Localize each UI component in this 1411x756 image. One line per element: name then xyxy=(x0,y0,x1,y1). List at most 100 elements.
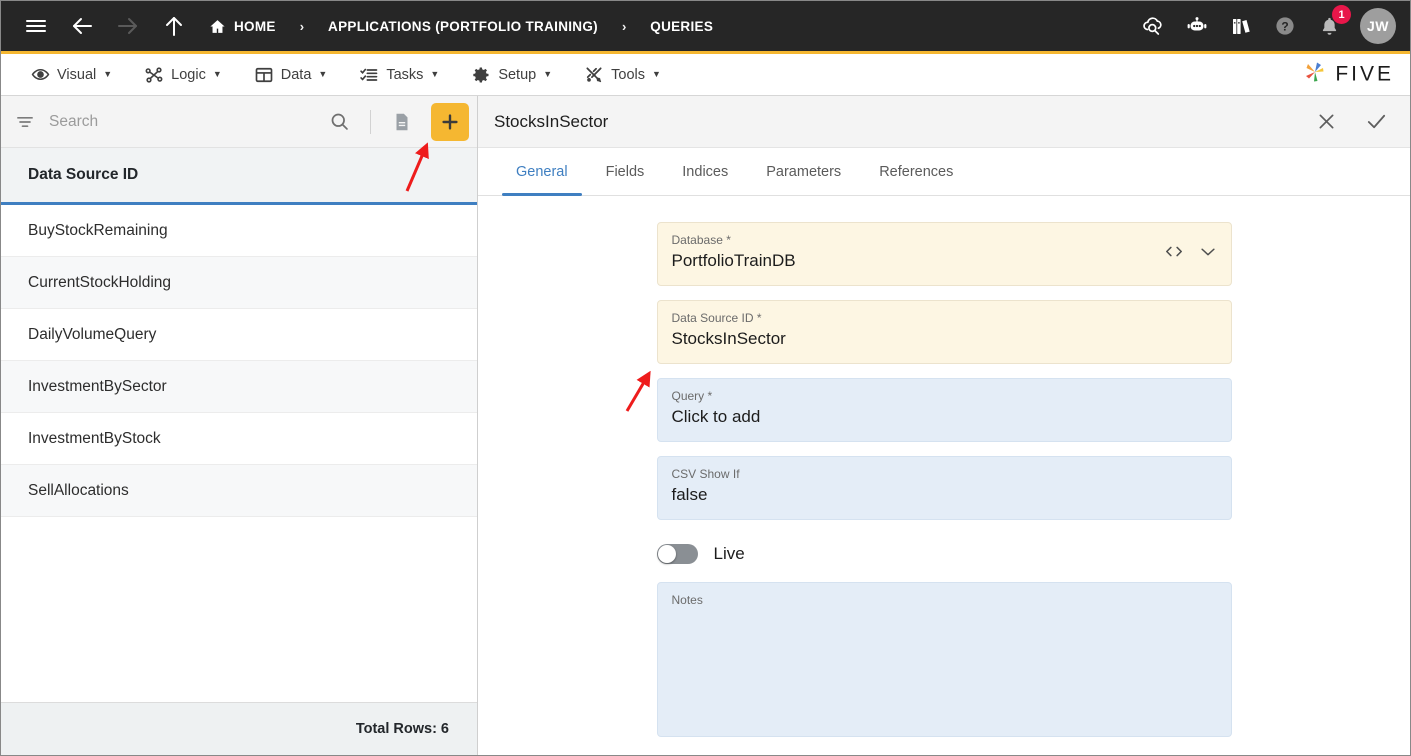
menu-label-setup: Setup xyxy=(498,66,537,83)
menu-item-setup[interactable]: Setup ▼ xyxy=(455,54,568,96)
list-item[interactable]: SellAllocations xyxy=(1,465,477,517)
data-source-list-panel: Data Source ID BuyStockRemaining Current… xyxy=(1,96,478,755)
tab-indices[interactable]: Indices xyxy=(668,148,742,195)
menu-item-logic[interactable]: Logic ▼ xyxy=(128,54,238,96)
chevron-down-icon[interactable] xyxy=(1199,245,1217,264)
main-menu-bar: Visual ▼ Logic ▼ Data ▼ Tasks ▼ Setup ▼ … xyxy=(1,54,1410,96)
notifications-button[interactable]: 1 xyxy=(1312,5,1351,43)
tab-parameters[interactable]: Parameters xyxy=(752,148,855,195)
menu-label-data: Data xyxy=(280,66,312,83)
list-item-label: InvestmentByStock xyxy=(28,429,161,447)
breadcrumb: HOME › APPLICATIONS (PORTFOLIO TRAINING)… xyxy=(207,18,715,35)
detail-panel-header: StocksInSector xyxy=(478,96,1410,148)
breadcrumb-separator-2: › xyxy=(621,18,627,34)
search-icon[interactable] xyxy=(323,111,356,132)
nav-controls xyxy=(19,9,191,43)
list-item-label: BuyStockRemaining xyxy=(28,221,168,239)
help-icon[interactable]: ? xyxy=(1268,9,1302,43)
breadcrumb-item-queries[interactable]: QUERIES xyxy=(648,19,715,34)
list-item[interactable]: CurrentStockHolding xyxy=(1,257,477,309)
search-input[interactable] xyxy=(43,112,315,131)
add-button[interactable] xyxy=(431,102,469,141)
avatar[interactable]: JW xyxy=(1360,8,1396,44)
list-item-label: DailyVolumeQuery xyxy=(28,325,157,343)
check-icon[interactable] xyxy=(1365,110,1388,133)
chevron-down-icon: ▼ xyxy=(212,69,222,79)
breadcrumb-item-applications[interactable]: APPLICATIONS (PORTFOLIO TRAINING) xyxy=(326,19,600,34)
robot-chat-icon[interactable] xyxy=(1180,9,1214,43)
total-rows-label: Total Rows: 6 xyxy=(355,721,449,737)
field-csv-show-if[interactable]: CSV Show If false xyxy=(656,456,1232,520)
code-brackets-icon[interactable] xyxy=(1165,245,1183,264)
tab-label-fields: Fields xyxy=(605,163,645,180)
column-header-label: Data Source ID xyxy=(28,166,139,183)
list-item[interactable]: InvestmentByStock xyxy=(1,413,477,465)
tab-fields[interactable]: Fields xyxy=(592,148,659,195)
checklist-icon xyxy=(359,65,379,85)
field-value-data-source-id: StocksInSector xyxy=(671,329,786,348)
top-bar-actions: ? 1 JW xyxy=(1136,5,1396,44)
arrow-left-icon[interactable] xyxy=(65,9,99,43)
five-pinwheel-logo xyxy=(1301,58,1329,91)
close-icon[interactable] xyxy=(1316,111,1337,132)
hamburger-icon[interactable] xyxy=(19,9,53,43)
menu-item-data[interactable]: Data ▼ xyxy=(238,54,344,96)
filter-icon[interactable] xyxy=(15,112,35,132)
eye-icon xyxy=(31,65,50,84)
tab-label-parameters: Parameters xyxy=(766,163,842,180)
breadcrumb-label-home: HOME xyxy=(234,18,276,34)
menu-item-visual[interactable]: Visual ▼ xyxy=(15,54,128,96)
field-query[interactable]: Query * Click to add xyxy=(656,378,1232,442)
live-toggle[interactable] xyxy=(656,544,698,564)
breadcrumb-label-applications: APPLICATIONS (PORTFOLIO TRAINING) xyxy=(328,18,598,34)
field-label-query: Query * xyxy=(671,389,713,403)
menu-label-tasks: Tasks xyxy=(386,66,424,83)
field-value-csv-show-if: false xyxy=(671,485,708,504)
breadcrumb-item-home[interactable]: HOME xyxy=(207,18,278,35)
list-item-label: CurrentStockHolding xyxy=(28,273,172,291)
cloud-search-icon[interactable] xyxy=(1136,9,1170,43)
chevron-down-icon: ▼ xyxy=(430,69,440,79)
list-item[interactable]: DailyVolumeQuery xyxy=(1,309,477,361)
tab-general[interactable]: General xyxy=(502,148,582,196)
brand-logo: FIVE xyxy=(1301,58,1394,91)
table-grid-icon xyxy=(254,65,274,85)
arrow-up-icon[interactable] xyxy=(157,9,191,43)
toolbar-divider xyxy=(370,109,371,134)
logic-nodes-icon xyxy=(144,65,164,85)
data-source-rows: BuyStockRemaining CurrentStockHolding Da… xyxy=(1,205,477,702)
menu-item-tools[interactable]: Tools ▼ xyxy=(568,54,677,96)
chevron-down-icon: ▼ xyxy=(543,69,553,79)
menu-item-tasks[interactable]: Tasks ▼ xyxy=(343,54,455,96)
chevron-down-icon: ▼ xyxy=(103,69,113,79)
list-item-label: SellAllocations xyxy=(28,481,129,499)
menu-label-visual: Visual xyxy=(57,66,97,83)
tab-label-indices: Indices xyxy=(682,163,729,180)
application-window: HOME › APPLICATIONS (PORTFOLIO TRAINING)… xyxy=(0,0,1411,756)
list-item[interactable]: InvestmentBySector xyxy=(1,361,477,413)
field-value-query: Click to add xyxy=(671,407,761,426)
general-form: Database * PortfolioTrainDB Data Source … xyxy=(478,196,1410,755)
field-label-notes: Notes xyxy=(671,593,703,607)
books-icon[interactable] xyxy=(1224,9,1258,43)
field-data-source-id[interactable]: Data Source ID * StocksInSector xyxy=(656,300,1232,364)
top-navigation-bar: HOME › APPLICATIONS (PORTFOLIO TRAINING)… xyxy=(1,1,1410,54)
field-label-database: Database * xyxy=(671,233,731,247)
chevron-down-icon: ▼ xyxy=(318,69,328,79)
breadcrumb-separator-1: › xyxy=(299,18,305,34)
field-notes[interactable]: Notes xyxy=(656,582,1232,737)
document-icon[interactable] xyxy=(385,105,419,139)
tools-icon xyxy=(584,65,604,85)
detail-tabs: General Fields Indices Parameters Refere… xyxy=(478,148,1410,196)
total-rows-footer: Total Rows: 6 xyxy=(1,702,477,755)
list-item[interactable]: BuyStockRemaining xyxy=(1,205,477,257)
chevron-down-icon: ▼ xyxy=(652,69,661,79)
tab-references[interactable]: References xyxy=(865,148,967,195)
home-icon xyxy=(209,18,226,35)
field-database[interactable]: Database * PortfolioTrainDB xyxy=(656,222,1232,286)
search-toolbar xyxy=(1,96,477,148)
toggle-knob xyxy=(657,545,676,563)
column-header-data-source-id[interactable]: Data Source ID xyxy=(1,148,477,205)
list-item-label: InvestmentBySector xyxy=(28,377,167,395)
gear-icon xyxy=(471,65,491,85)
